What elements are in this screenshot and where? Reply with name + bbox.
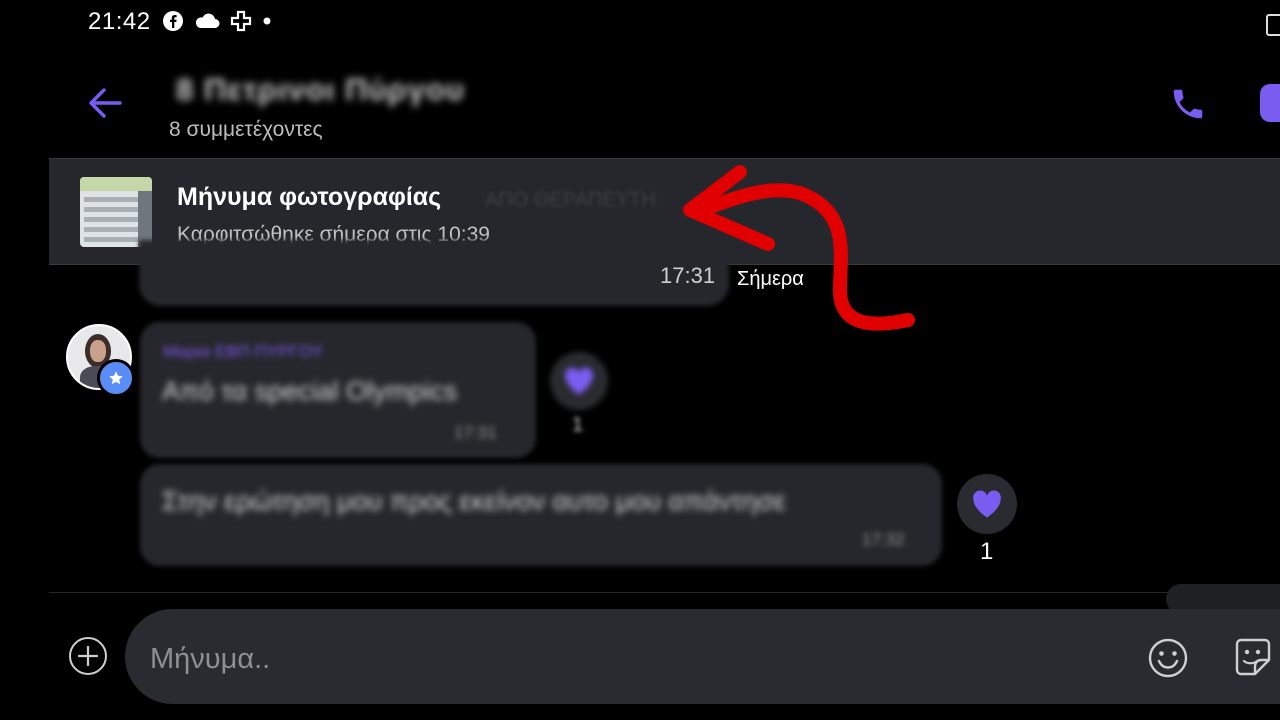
pinned-ghost-text: ΑΠΟ ΘΕΡΑΠΕΥΤΗ: [485, 189, 656, 211]
screenshot-icon: [1266, 14, 1280, 36]
plus-circle-icon: [69, 637, 107, 675]
back-button[interactable]: [84, 82, 126, 124]
smiley-icon: [1148, 638, 1188, 678]
status-icons: [162, 10, 272, 32]
call-button[interactable]: [1166, 82, 1210, 126]
message-time: 17:32: [862, 530, 905, 549]
participants-count: 8 συμμετέχοντες: [169, 118, 323, 141]
add-attachment-button[interactable]: [68, 636, 108, 676]
medical-cross-icon: [230, 10, 252, 32]
dot-icon: [263, 17, 271, 25]
message-bubble-previous[interactable]: [139, 240, 729, 306]
divider: [49, 592, 1280, 593]
heart-icon: [565, 367, 593, 395]
message-time: 17:31: [660, 263, 716, 288]
facebook-icon: [163, 11, 183, 31]
reaction-count: 1: [572, 414, 584, 436]
pinned-title: Μήνυμα φωτογραφίας: [177, 183, 442, 211]
message-input[interactable]: [148, 638, 1052, 680]
reaction-button[interactable]: [550, 352, 608, 410]
chat-title[interactable]: 8 Πετρινοι Πύργου: [176, 72, 465, 108]
heart-icon: [973, 490, 1001, 518]
cloud-icon: [195, 13, 220, 28]
pinned-photo-thumbnail: [80, 177, 152, 247]
star-icon: [109, 371, 123, 385]
status-time: 21:42: [88, 8, 151, 35]
phone-icon: [1173, 89, 1203, 119]
message-text: Από τα special Olympics: [162, 376, 458, 406]
sticker-icon: [1235, 638, 1271, 676]
reaction-count: 1: [980, 538, 994, 565]
message-time: 17:31: [454, 423, 497, 442]
message-text: Στην ερώτηση μου προς εκείνον αυτο μου α…: [162, 486, 786, 516]
message-sender: Μαρια ΕΒΠ ΠΥΡΓΟΥ: [163, 342, 323, 361]
emoji-button[interactable]: [1146, 636, 1190, 680]
sticker-button[interactable]: [1229, 634, 1277, 682]
reaction-button[interactable]: [957, 474, 1017, 534]
video-call-button[interactable]: [1260, 84, 1280, 122]
arrow-left-icon: [89, 88, 122, 118]
day-separator: Σήμερα: [737, 268, 804, 290]
admin-badge: [97, 359, 135, 397]
